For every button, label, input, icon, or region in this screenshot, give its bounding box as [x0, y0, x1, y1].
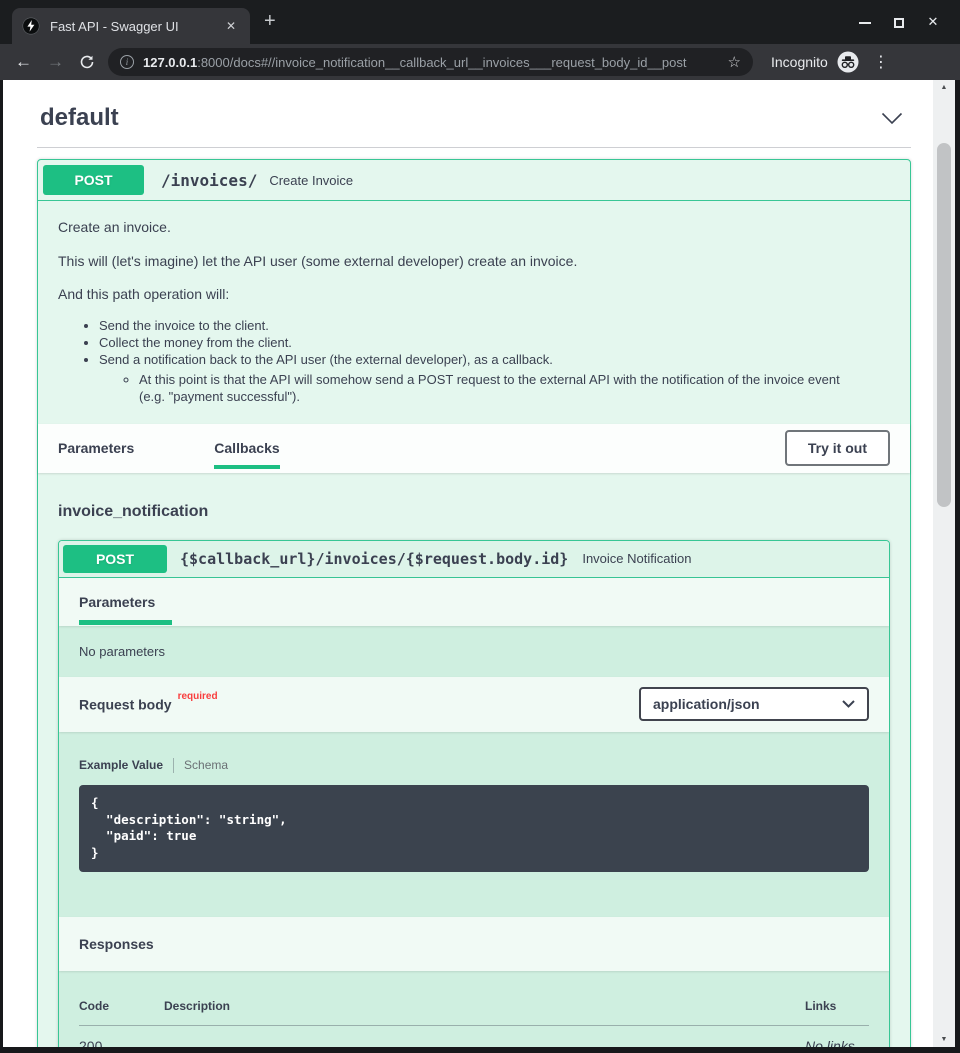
operation-markdown: Create an invoice. This will (let's imag… [38, 201, 910, 424]
method-badge: POST [43, 165, 144, 195]
window-maximize-button[interactable] [882, 15, 916, 30]
operation-description: Create Invoice [269, 173, 353, 188]
opblock-section-header: Parameters Callbacks Try it out [38, 424, 910, 473]
window-close-button[interactable]: ✕ [916, 14, 950, 30]
fastapi-favicon-icon [22, 17, 40, 35]
responses-title: Responses [79, 936, 154, 952]
browser-tab[interactable]: Fast API - Swagger UI ✕ [12, 8, 250, 44]
new-tab-button[interactable]: + [264, 10, 276, 33]
incognito-label: Incognito [771, 54, 828, 70]
try-it-out-button[interactable]: Try it out [785, 430, 890, 466]
tab-schema[interactable]: Schema [184, 758, 228, 772]
desc-sub-list: At this point is that the API will someh… [139, 371, 890, 406]
list-item: At this point is that the API will someh… [139, 371, 869, 406]
response-code: 200 [79, 1025, 164, 1047]
model-example-section: Example Value Schema { "description": "s… [59, 732, 889, 917]
responses-section: Code Description Links 200 Successful Re… [59, 971, 889, 1047]
example-tabs: Example Value Schema [79, 758, 869, 773]
list-item: Send the invoice to the client. [99, 319, 890, 333]
response-links: No links [805, 1025, 869, 1047]
desc-bullet-list: Send the invoice to the client. Collect … [99, 319, 890, 406]
window-minimize-button[interactable] [848, 15, 882, 30]
list-item: Collect the money from the client. [99, 336, 890, 350]
incognito-icon [837, 51, 859, 73]
opblock-post-invoices: POST /invoices/ Create Invoice Create an… [37, 159, 911, 1047]
opblock-body: invoice_notification POST {$callback_url… [38, 503, 910, 1047]
operation-summary[interactable]: POST /invoices/ Create Invoice [38, 160, 910, 201]
callback-name: invoice_notification [58, 503, 890, 521]
chevron-down-icon[interactable] [881, 112, 903, 125]
scroll-up-icon[interactable]: ▲ [933, 84, 955, 91]
browser-window: Fast API - Swagger UI ✕ + ✕ ← → i 127.0.… [0, 0, 960, 1053]
request-body-title: Request body [79, 697, 172, 713]
browser-menu-icon[interactable]: ⋮ [873, 52, 889, 72]
scroll-down-icon[interactable]: ▼ [933, 1036, 955, 1043]
media-type-value: application/json [653, 696, 760, 712]
chevron-down-icon [842, 700, 855, 708]
swagger-ui: default POST /invoices/ Create Invoice C… [3, 80, 933, 1047]
desc-paragraph: This will (let's imagine) let the API us… [58, 252, 890, 272]
method-badge: POST [63, 545, 167, 573]
tab-example-value[interactable]: Example Value [79, 758, 163, 772]
url-text: 127.0.0.1:8000/docs#//invoice_notificati… [143, 55, 722, 70]
window-controls: ✕ [848, 0, 950, 44]
url-path: :8000/docs#//invoice_notification__callb… [197, 55, 686, 70]
bookmark-star-icon[interactable]: ☆ [728, 53, 741, 71]
url-bar[interactable]: i 127.0.0.1:8000/docs#//invoice_notifica… [108, 48, 753, 76]
forward-icon[interactable]: → [47, 52, 64, 72]
tab-divider [173, 758, 174, 773]
tab-strip: Fast API - Swagger UI ✕ + ✕ [0, 0, 960, 44]
column-header-links: Links [805, 989, 869, 1026]
url-host: 127.0.0.1 [143, 55, 197, 70]
reload-icon[interactable] [79, 54, 95, 70]
page-info-icon[interactable]: i [120, 55, 134, 69]
response-description: Successful Response [164, 1025, 805, 1047]
tab-title: Fast API - Swagger UI [50, 19, 222, 34]
responses-section-header: Responses [59, 917, 889, 971]
table-row: 200 Successful Response No links [79, 1025, 869, 1047]
parameters-section-header: Parameters [59, 578, 889, 626]
request-body-section-header: Request bodyrequired application/json [59, 677, 889, 732]
request-body-label: Request bodyrequired [79, 696, 218, 713]
maximize-icon [894, 18, 904, 28]
tab-parameters-nested[interactable]: Parameters [79, 578, 172, 626]
example-code-block[interactable]: { "description": "string", "paid": true … [79, 785, 869, 872]
list-item: Send a notification back to the API user… [99, 353, 890, 405]
page-viewport: default POST /invoices/ Create Invoice C… [3, 80, 933, 1047]
tab-callbacks[interactable]: Callbacks [214, 424, 279, 473]
scrollbar-thumb[interactable] [937, 143, 951, 507]
media-type-select[interactable]: application/json [639, 687, 869, 721]
tab-close-icon[interactable]: ✕ [222, 17, 240, 35]
minimize-icon [859, 22, 871, 24]
column-header-description: Description [164, 989, 805, 1026]
callback-summary[interactable]: POST {$callback_url}/invoices/{$request.… [59, 541, 889, 578]
operation-path: /invoices/ [161, 171, 257, 190]
list-item-text: Send a notification back to the API user… [99, 352, 553, 367]
required-badge: required [178, 691, 218, 702]
desc-paragraph: And this path operation will: [58, 285, 890, 305]
tag-section-header[interactable]: default [37, 101, 911, 148]
column-header-code: Code [79, 989, 164, 1026]
vertical-scrollbar[interactable]: ▲ ▼ [933, 80, 955, 1047]
no-parameters-message: No parameters [59, 626, 889, 677]
desc-paragraph: Create an invoice. [58, 218, 890, 238]
callback-description: Invoice Notification [582, 551, 691, 566]
callback-path: {$callback_url}/invoices/{$request.body.… [180, 550, 568, 568]
tag-title: default [40, 104, 119, 132]
tab-parameters[interactable]: Parameters [58, 424, 134, 473]
browser-toolbar: ← → i 127.0.0.1:8000/docs#//invoice_noti… [0, 44, 960, 80]
responses-table: Code Description Links 200 Successful Re… [79, 989, 869, 1047]
back-icon[interactable]: ← [15, 52, 32, 72]
callback-opblock: POST {$callback_url}/invoices/{$request.… [58, 540, 890, 1047]
